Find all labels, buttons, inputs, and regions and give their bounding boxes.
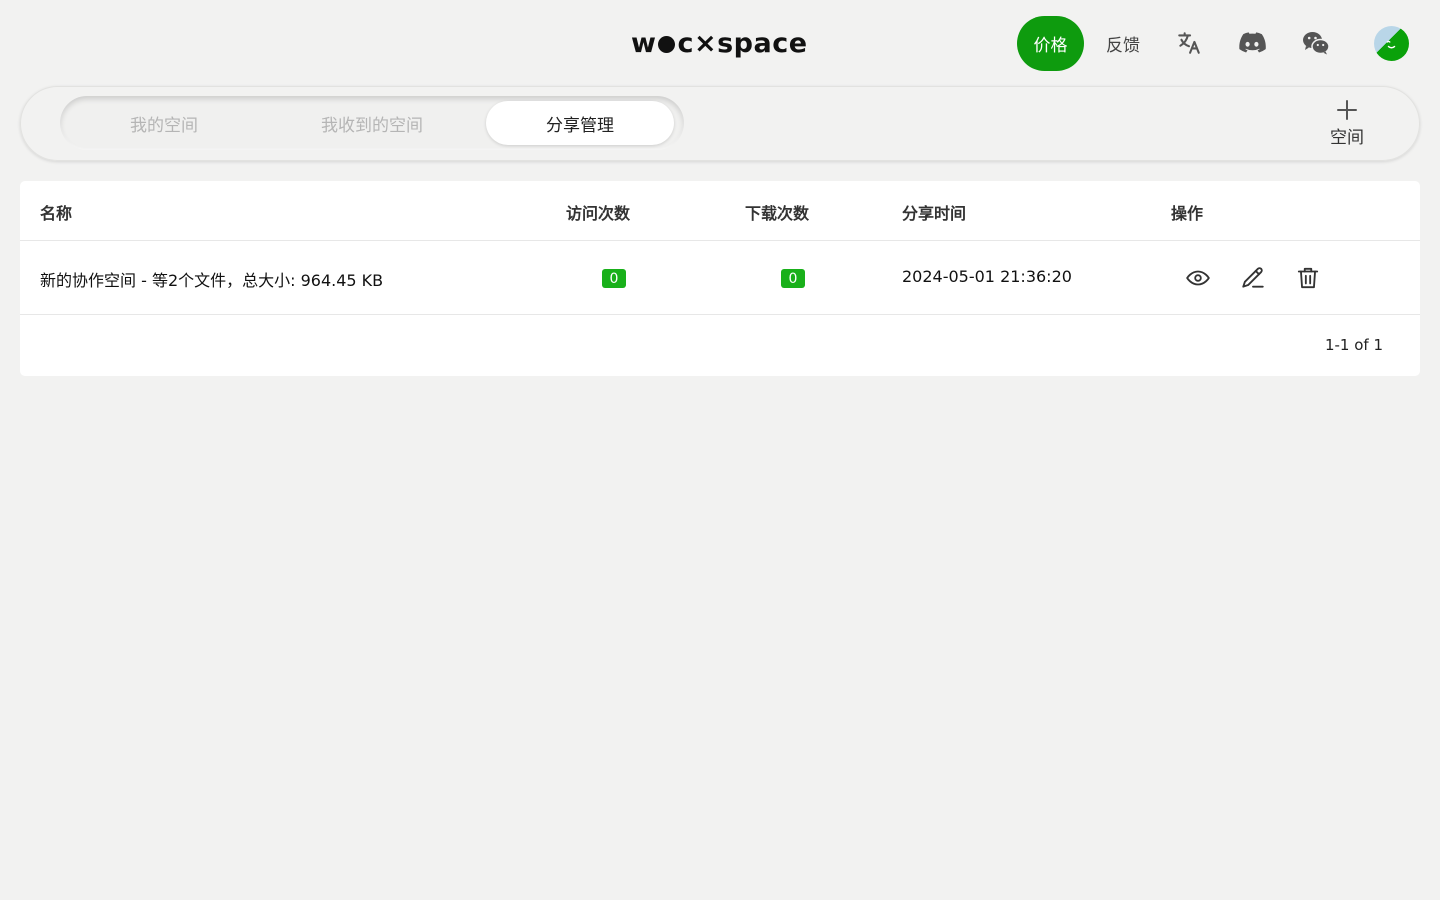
pagination-info: 1-1 of 1 [1324,336,1383,354]
table-header: 名称 访问次数 下载次数 分享时间 操作 [20,181,1420,241]
tab-switcher: 我的空间 我收到的空间 分享管理 [60,96,684,150]
tab-share-management[interactable]: 分享管理 [486,101,674,145]
delete-icon[interactable] [1293,263,1323,293]
tab-received-spaces[interactable]: 我收到的空间 [268,101,476,145]
column-header-downloads[interactable]: 下载次数 [745,200,809,224]
plus-icon [1337,99,1357,120]
logo-dot [658,36,676,53]
column-header-visits[interactable]: 访问次数 [566,200,630,224]
feedback-link[interactable]: 反馈 [1100,30,1146,56]
column-header-shared-at[interactable]: 分享时间 [902,200,966,224]
pricing-button[interactable]: 价格 [1017,16,1084,71]
app-logo[interactable]: w c×space [631,28,808,60]
shared-at: 2024-05-01 21:36:20 [902,267,1072,286]
share-name[interactable]: 新的协作空间 - 等2个文件，总大小: 964.45 KB [40,267,383,291]
column-header-name[interactable]: 名称 [40,200,72,224]
space-tab-panel: 我的空间 我收到的空间 分享管理 空间 [20,86,1420,161]
discord-icon[interactable] [1237,28,1267,58]
visits-count-badge: 0 [602,269,626,288]
downloads-count-badge: 0 [781,269,805,288]
wechat-icon[interactable] [1301,28,1331,58]
column-header-actions: 操作 [1171,204,1204,223]
tab-my-spaces[interactable]: 我的空间 [65,101,263,145]
add-space-label: 空间 [1330,127,1364,148]
table-row[interactable]: 新的协作空间 - 等2个文件，总大小: 964.45 KB 0 0 2024-0… [20,241,1420,315]
user-avatar[interactable] [1374,26,1409,61]
top-header: w c×space 价格 反馈 [0,0,1440,86]
translate-icon[interactable] [1174,28,1204,58]
add-space-button[interactable]: 空间 [1320,94,1374,152]
edit-icon[interactable] [1238,263,1268,293]
share-table: 名称 访问次数 下载次数 分享时间 操作 新的协作空间 - 等2个文件，总大小:… [20,181,1420,376]
view-icon[interactable] [1183,263,1213,293]
